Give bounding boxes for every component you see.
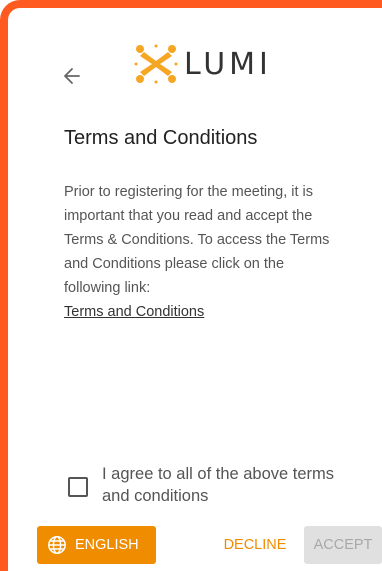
language-button[interactable]: ENGLISH — [37, 526, 156, 564]
lumi-logo-mark-icon — [134, 44, 178, 84]
arrow-left-icon — [64, 68, 80, 84]
agree-row: I agree to all of the above terms and co… — [68, 463, 362, 507]
back-button[interactable] — [60, 64, 84, 88]
agree-checkbox[interactable] — [68, 477, 88, 497]
agree-label-line: I agree to all of the above terms — [102, 465, 335, 483]
app-frame: LUMI Terms and Conditions Prior to regis… — [0, 0, 382, 571]
decline-button[interactable]: DECLINE — [218, 526, 292, 564]
globe-icon — [47, 535, 67, 555]
terms-description-line: important that you read and accept the — [64, 208, 313, 224]
language-label: ENGLISH — [75, 537, 139, 553]
terms-description-line: and Conditions please click on the — [64, 256, 285, 272]
terms-description: Prior to registering for the meeting, it… — [64, 180, 354, 300]
agree-label[interactable]: I agree to all of the above terms and co… — [102, 463, 362, 507]
page-title: Terms and Conditions — [64, 127, 258, 149]
agree-label-line: and conditions — [102, 487, 209, 505]
logo-text: LUMI — [184, 46, 272, 82]
accept-button: ACCEPT — [304, 526, 382, 564]
terms-link[interactable]: Terms and Conditions — [64, 300, 204, 324]
terms-description-line: following link: — [64, 280, 151, 296]
terms-description-line: Prior to registering for the meeting, it… — [64, 184, 314, 200]
lumi-logo: LUMI — [134, 44, 272, 84]
terms-description-line: Terms & Conditions. To access the Terms — [64, 232, 330, 248]
